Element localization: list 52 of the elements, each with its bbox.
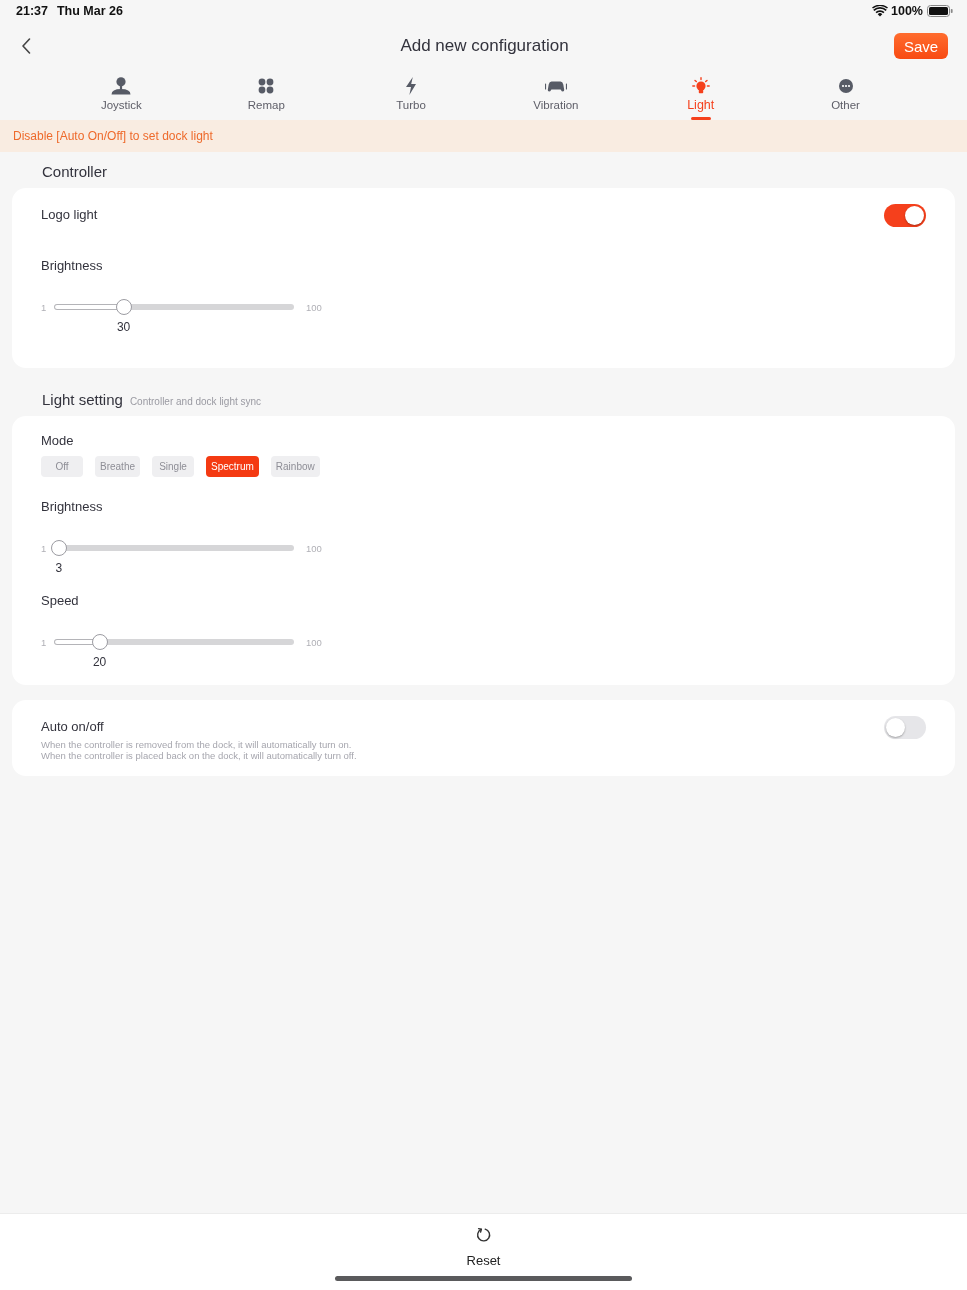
slider-max-label: 100: [306, 542, 322, 554]
tab[interactable]: Joystick: [49, 70, 194, 120]
slider-value: 3: [55, 560, 63, 576]
page-title: Add new configuration: [400, 36, 569, 56]
slider-thumb[interactable]: [115, 299, 132, 315]
lightning-icon: [405, 77, 418, 95]
slider-min-label: 1: [41, 542, 46, 554]
reset-button[interactable]: Reset: [466, 1214, 501, 1269]
wifi-icon: [872, 5, 888, 17]
section-title: Light setting: [42, 390, 123, 410]
section-subtitle: Controller and dock light sync: [129, 396, 262, 407]
battery-icon: [927, 5, 953, 17]
gamepad-icon: [544, 79, 567, 93]
setting-label: Logo light: [41, 206, 98, 224]
mode-option[interactable]: Rainbow: [270, 456, 320, 477]
slider-min-label: 1: [41, 301, 46, 313]
tab[interactable]: Other: [773, 70, 918, 120]
save-button[interactable]: Save: [894, 33, 948, 59]
section-title: Controller: [42, 162, 108, 182]
slider-thumb[interactable]: [91, 634, 108, 650]
status-time: 21:37: [16, 4, 48, 18]
more-icon: [838, 79, 853, 93]
slider-min-label: 1: [41, 636, 46, 648]
tab[interactable]: Light: [628, 70, 774, 120]
back-icon[interactable]: [21, 38, 31, 54]
toggle-switch[interactable]: [884, 716, 926, 739]
mode-option[interactable]: Single: [152, 456, 195, 477]
setting-label: Brightness: [41, 257, 103, 275]
tab[interactable]: Vibration: [483, 70, 629, 120]
joystick-icon: [110, 77, 133, 95]
slider-value: 20: [92, 654, 107, 670]
status-date: Thu Mar 26: [57, 4, 123, 18]
setting-description: When the controller is removed from the dock, it will automatically turn on. When the controller is placed back on the dock, it will automatically turn off.: [41, 739, 357, 761]
setting-label: Mode: [41, 432, 74, 450]
setting-label: Speed: [41, 592, 79, 610]
slider-thumb[interactable]: [50, 540, 67, 556]
tab[interactable]: Remap: [193, 70, 339, 120]
mode-option[interactable]: Breathe: [95, 456, 141, 477]
battery-percentage: 100%: [891, 4, 923, 18]
slider-value: 30: [116, 319, 131, 335]
slider-max-label: 100: [306, 301, 322, 313]
notice-banner: Disable [Auto On/Off] to set dock light: [0, 120, 967, 152]
mode-option[interactable]: Off: [41, 456, 83, 477]
four-dots-icon: [258, 78, 275, 94]
tab[interactable]: Turbo: [338, 70, 484, 120]
toggle-switch[interactable]: [884, 204, 926, 227]
reset-icon: [475, 1227, 492, 1243]
setting-label: Brightness: [41, 498, 103, 516]
setting-label: Auto on/off: [41, 718, 104, 736]
slider-max-label: 100: [306, 636, 322, 648]
mode-option[interactable]: Spectrum: [206, 456, 259, 477]
lightbulb-icon: [691, 77, 710, 95]
